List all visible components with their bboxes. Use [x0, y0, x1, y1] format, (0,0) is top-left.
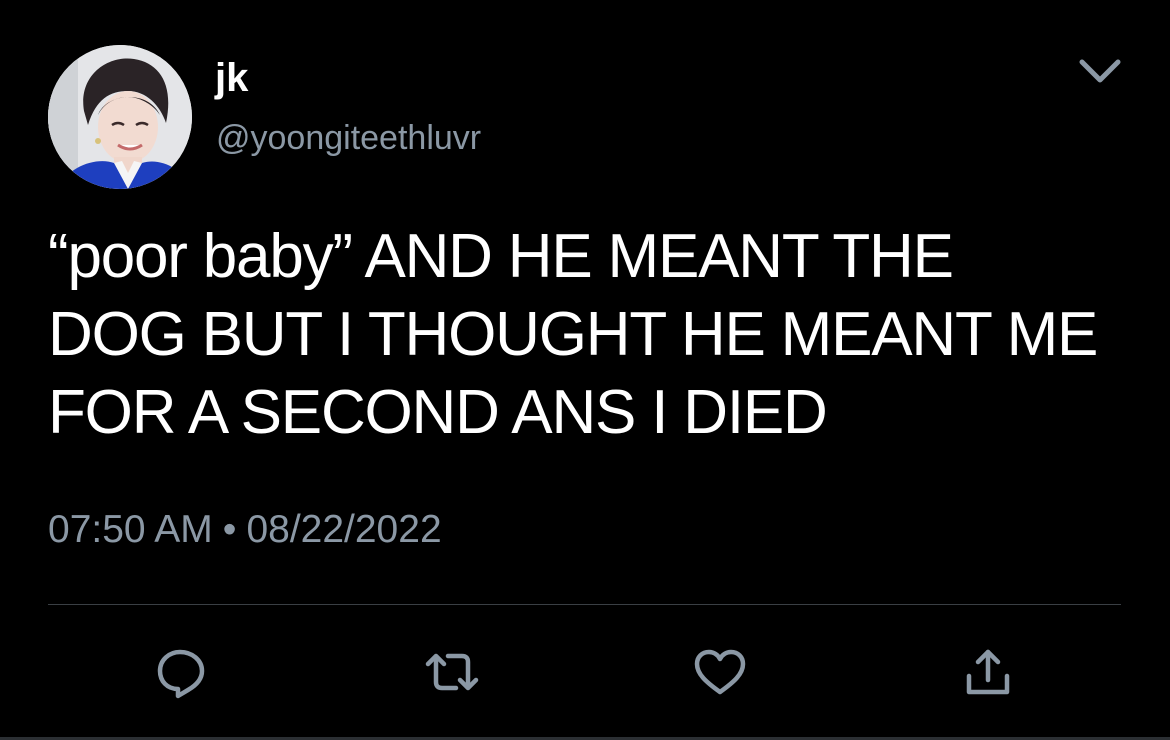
retweet-button[interactable]	[424, 644, 480, 700]
tweet-timestamp[interactable]: 07:50 AM • 08/22/2022	[48, 507, 442, 553]
share-icon	[966, 649, 1010, 695]
tweet-text: “poor baby” AND HE MEANT THE DOG BUT I T…	[48, 218, 1128, 452]
tweet-time: 07:50 AM	[48, 508, 213, 551]
like-button[interactable]	[692, 644, 748, 700]
tweet-date: 08/22/2022	[246, 508, 442, 551]
chevron-down-icon[interactable]	[1072, 48, 1128, 92]
tweet-text-line: FOR A SECOND ANS I DIED	[48, 378, 828, 447]
tweet-card: jk @yoongiteethluvr “poor baby” AND HE M…	[0, 0, 1170, 740]
avatar-image	[48, 45, 192, 189]
share-button[interactable]	[960, 644, 1016, 700]
user-handle[interactable]: @yoongiteethluvr	[216, 118, 481, 158]
tweet-text-line: DOG BUT I THOUGHT HE MEANT ME	[48, 300, 1098, 369]
divider	[48, 604, 1121, 605]
separator-dot: •	[222, 508, 237, 551]
display-name[interactable]: jk	[215, 56, 248, 100]
avatar[interactable]	[48, 45, 192, 189]
reply-button[interactable]	[154, 644, 210, 700]
retweet-icon	[425, 653, 479, 691]
heart-icon	[694, 649, 746, 695]
reply-icon	[157, 649, 205, 699]
tweet-text-line: “poor baby” AND HE MEANT THE	[48, 222, 954, 291]
